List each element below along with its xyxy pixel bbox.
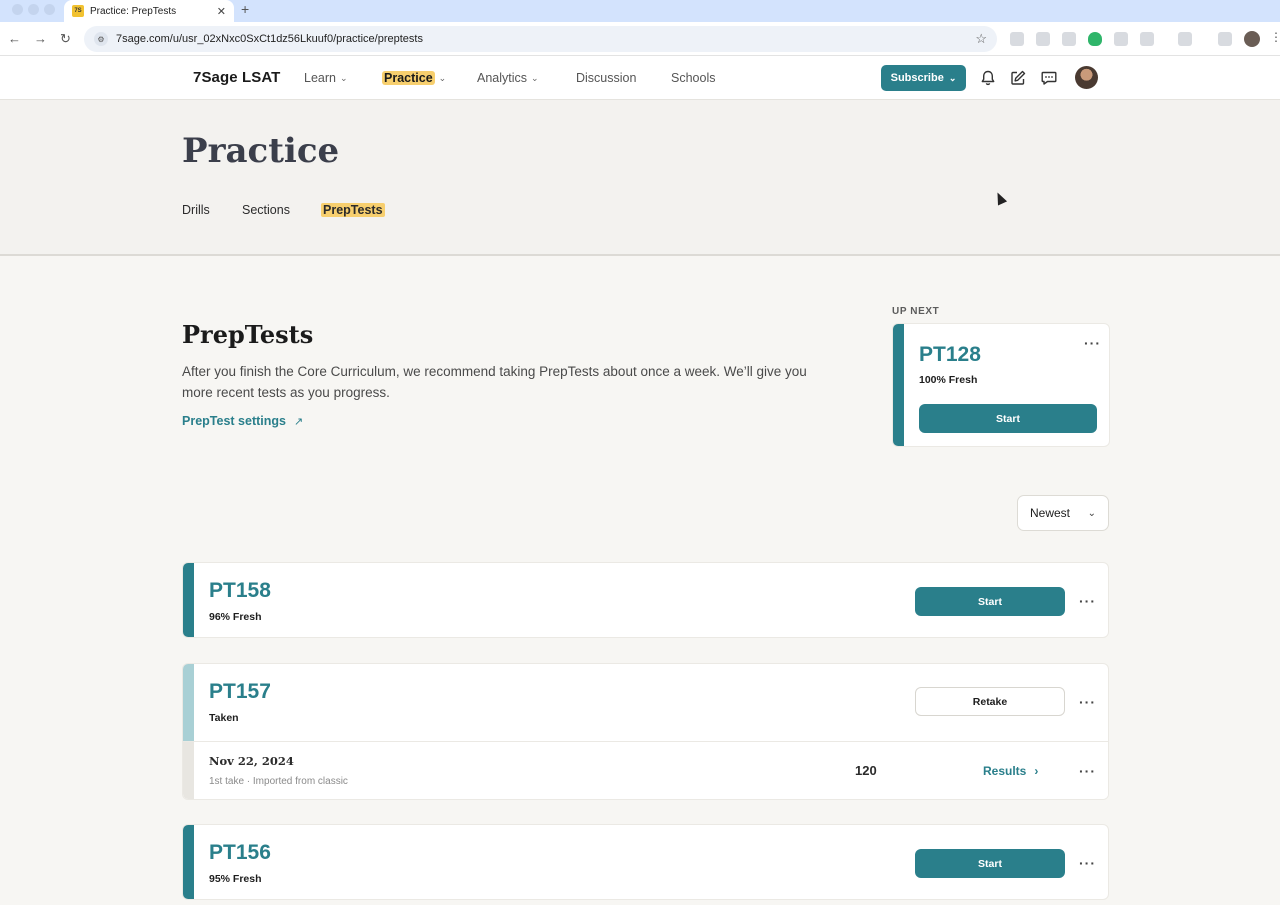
edit-icon[interactable] bbox=[1009, 69, 1027, 87]
tab-favicon-icon: 7S bbox=[72, 5, 84, 17]
retake-button[interactable]: Retake bbox=[915, 687, 1065, 716]
up-next-start-button[interactable]: Start bbox=[919, 404, 1097, 433]
extensions-puzzle-icon[interactable] bbox=[1140, 32, 1154, 46]
extension-face-icon[interactable] bbox=[1036, 32, 1050, 46]
nav-schools-label: Schools bbox=[671, 71, 716, 85]
more-options-icon[interactable]: ··· bbox=[1079, 856, 1096, 870]
user-avatar[interactable] bbox=[1075, 66, 1098, 89]
take-row[interactable]: Nov 22, 2024 1st take · Imported from cl… bbox=[183, 741, 1108, 799]
bell-icon[interactable] bbox=[979, 69, 997, 87]
window-minimize-dot[interactable] bbox=[28, 4, 39, 15]
subscribe-label: Subscribe bbox=[890, 72, 944, 84]
extension-camera-icon[interactable] bbox=[1010, 32, 1024, 46]
take-meta: 1st take · Imported from classic bbox=[209, 776, 348, 787]
start-button[interactable]: Start bbox=[915, 587, 1065, 616]
nav-practice[interactable]: Practice ⌄ bbox=[382, 71, 446, 85]
preptest-status: 96% Fresh bbox=[209, 611, 262, 623]
section-title: PrepTests bbox=[182, 320, 314, 349]
preptest-card: PT157 Taken Retake ··· Nov 22, 2024 1st … bbox=[182, 663, 1109, 800]
chevron-down-icon: ⌄ bbox=[948, 72, 957, 83]
tab-drills[interactable]: Drills bbox=[182, 203, 210, 217]
bookmark-star-icon[interactable]: ☆ bbox=[975, 31, 987, 47]
nav-analytics-label: Analytics bbox=[477, 71, 528, 85]
practice-header: Practice Drills Sections PrepTests bbox=[0, 100, 1280, 256]
extension-shield-icon[interactable] bbox=[1088, 32, 1102, 46]
up-next-label: UP NEXT bbox=[892, 306, 940, 317]
results-link[interactable]: Results › bbox=[983, 764, 1038, 778]
nav-discussion-label: Discussion bbox=[576, 71, 637, 85]
preptest-card: PT156 95% Fresh Start ··· bbox=[182, 824, 1109, 900]
reload-icon[interactable]: ↻ bbox=[60, 31, 71, 47]
browser-tab-strip: 7S Practice: PrepTests ✕ + bbox=[0, 0, 1280, 22]
preptest-settings-label: PrepTest settings bbox=[182, 414, 286, 428]
sort-selected-value: Newest bbox=[1030, 506, 1071, 520]
preptest-settings-link[interactable]: PrepTest settings ↗ bbox=[182, 414, 303, 428]
nav-schools[interactable]: Schools bbox=[671, 71, 715, 85]
preptest-status: 95% Fresh bbox=[209, 873, 262, 885]
card-accent-bar bbox=[183, 563, 194, 637]
browser-menu-icon[interactable]: ⋮ bbox=[1270, 30, 1280, 44]
card-accent-bar bbox=[183, 825, 194, 899]
address-bar[interactable]: ⚙ 7sage.com/u/usr_02xNxc0SxCt1dz56Lkuuf0… bbox=[84, 26, 997, 52]
more-options-icon[interactable]: ··· bbox=[1079, 764, 1096, 778]
start-button[interactable]: Start bbox=[915, 849, 1065, 878]
nav-practice-label: Practice bbox=[382, 71, 435, 85]
extension-block-icon[interactable] bbox=[1114, 32, 1128, 46]
browser-profile-icon[interactable] bbox=[1244, 31, 1260, 47]
nav-learn-label: Learn bbox=[304, 71, 336, 85]
nav-discussion[interactable]: Discussion bbox=[576, 71, 636, 85]
subscribe-button[interactable]: Subscribe ⌄ bbox=[881, 65, 966, 91]
chat-icon[interactable] bbox=[1040, 69, 1058, 87]
media-controls-icon[interactable] bbox=[1218, 32, 1232, 46]
page-title: Practice bbox=[182, 131, 340, 171]
up-next-card: PT128 100% Fresh ··· Start bbox=[892, 323, 1110, 447]
chevron-down-icon: ⌄ bbox=[1087, 507, 1096, 519]
external-arrow-icon: ↗ bbox=[293, 415, 304, 428]
take-score: 120 bbox=[855, 763, 877, 778]
tab-sections[interactable]: Sections bbox=[242, 203, 290, 217]
window-zoom-dot[interactable] bbox=[44, 4, 55, 15]
nav-learn[interactable]: Learn ⌄ bbox=[304, 71, 348, 85]
more-options-icon[interactable]: ··· bbox=[1084, 336, 1101, 350]
take-accent-bar bbox=[183, 742, 194, 799]
new-tab-icon[interactable]: + bbox=[241, 1, 249, 17]
forward-arrow-icon[interactable]: → bbox=[34, 31, 47, 47]
chevron-down-icon: ⌄ bbox=[531, 72, 539, 83]
nav-analytics[interactable]: Analytics ⌄ bbox=[477, 71, 539, 85]
preptest-name[interactable]: PT157 bbox=[209, 680, 271, 704]
chevron-right-icon: › bbox=[1034, 764, 1039, 778]
card-accent-bar bbox=[893, 324, 904, 446]
more-options-icon[interactable]: ··· bbox=[1079, 695, 1096, 709]
take-date: Nov 22, 2024 bbox=[209, 754, 294, 768]
sort-select[interactable]: Newest ⌄ bbox=[1017, 495, 1109, 531]
preptest-name[interactable]: PT156 bbox=[209, 841, 271, 865]
more-options-icon[interactable]: ··· bbox=[1079, 594, 1096, 608]
tab-title: Practice: PrepTests bbox=[90, 5, 177, 17]
preptest-name[interactable]: PT158 bbox=[209, 579, 271, 603]
chevron-down-icon: ⌄ bbox=[339, 72, 348, 83]
browser-toolbar: ← → ↻ ⚙ 7sage.com/u/usr_02xNxc0SxCt1dz56… bbox=[0, 22, 1280, 56]
window-close-dot[interactable] bbox=[12, 4, 23, 15]
browser-tab[interactable]: 7S Practice: PrepTests ✕ bbox=[64, 0, 234, 22]
side-panel-icon[interactable] bbox=[1178, 32, 1192, 46]
up-next-test-name[interactable]: PT128 bbox=[919, 343, 981, 367]
preptest-card: PT158 96% Fresh Start ··· bbox=[182, 562, 1109, 638]
site-logo[interactable]: 7Sage LSAT bbox=[193, 69, 280, 86]
up-next-status: 100% Fresh bbox=[919, 374, 978, 386]
tab-close-icon[interactable]: ✕ bbox=[217, 5, 226, 18]
tab-preptests[interactable]: PrepTests bbox=[321, 203, 385, 217]
chevron-down-icon: ⌄ bbox=[438, 72, 447, 83]
preptest-status: Taken bbox=[209, 712, 239, 724]
results-label: Results bbox=[983, 764, 1027, 778]
site-info-icon[interactable]: ⚙ bbox=[94, 32, 108, 46]
section-description: After you finish the Core Curriculum, we… bbox=[182, 364, 807, 400]
back-arrow-icon[interactable]: ← bbox=[8, 31, 21, 47]
extension-translate-icon[interactable] bbox=[1062, 32, 1076, 46]
url-text: 7sage.com/u/usr_02xNxc0SxCt1dz56Lkuuf0/p… bbox=[116, 33, 423, 45]
card-accent-bar bbox=[183, 664, 194, 741]
